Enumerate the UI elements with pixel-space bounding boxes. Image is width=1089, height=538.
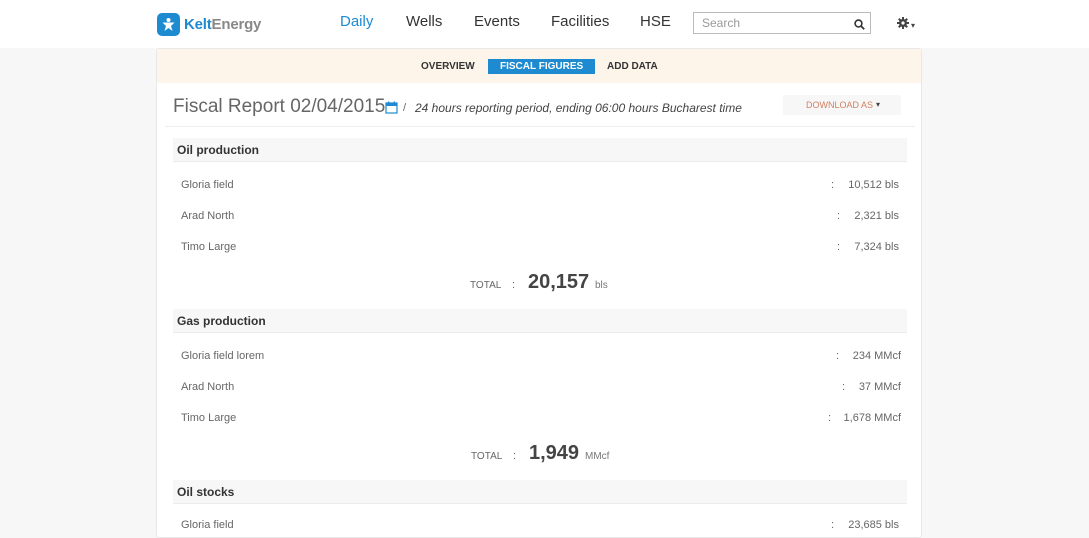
row-colon: :: [831, 519, 835, 531]
row-label: Arad North: [181, 381, 235, 393]
gear-icon: [897, 16, 909, 34]
row-label: Gloria field: [181, 179, 234, 191]
total-label: TOTAL: [471, 451, 503, 462]
row-label: Gloria field lorem: [181, 350, 265, 362]
total-unit: MMcf: [585, 451, 610, 462]
section-title-oil-production: Oil production: [173, 138, 907, 162]
tab-add-data[interactable]: ADD DATA: [607, 59, 658, 74]
page-title: Fiscal Report 02/04/2015: [173, 96, 386, 117]
nav-events[interactable]: Events: [474, 13, 520, 30]
row-colon: :: [836, 350, 840, 362]
row-value: 234 MMcf: [852, 350, 901, 362]
section-title-oil-stocks: Oil stocks: [173, 480, 907, 504]
row-label: Gloria field: [181, 519, 234, 531]
row-label: Arad North: [181, 210, 235, 222]
logo-icon: [157, 12, 180, 36]
nav-facilities[interactable]: Facilities: [551, 13, 609, 30]
top-bar: KeltEnergy Daily Wells Events Facilities…: [0, 0, 1089, 48]
row-label: Timo Large: [181, 412, 237, 424]
total-label: TOTAL: [470, 280, 502, 291]
calendar-icon[interactable]: [385, 101, 398, 119]
download-as-button[interactable]: DOWNLOAD AS ▾: [783, 95, 901, 115]
report-panel: OVERVIEW FISCAL FIGURES ADD DATA Fiscal …: [156, 48, 922, 538]
row-colon: :: [837, 210, 841, 222]
download-label: DOWNLOAD AS: [806, 100, 874, 110]
sub-nav: OVERVIEW FISCAL FIGURES ADD DATA: [157, 49, 921, 83]
logo-text: KeltEnergy: [184, 15, 262, 33]
total-unit: bls: [595, 280, 608, 291]
row-value: 23,685 bls: [848, 519, 899, 531]
tab-fiscal-figures[interactable]: FISCAL FIGURES: [488, 59, 596, 74]
row-value: 37 MMcf: [858, 381, 901, 393]
tab-overview[interactable]: OVERVIEW: [421, 59, 475, 74]
title-separator: /: [403, 102, 407, 114]
row-value: 1,678 MMcf: [843, 412, 901, 424]
row-colon: :: [831, 179, 835, 191]
nav-hse[interactable]: HSE: [640, 13, 671, 30]
row-value: 2,321 bls: [854, 210, 899, 222]
row-value: 7,324 bls: [854, 241, 899, 253]
row-colon: :: [842, 381, 846, 393]
search-icon[interactable]: [854, 17, 865, 35]
section-title-gas-production: Gas production: [173, 309, 907, 333]
nav-wells[interactable]: Wells: [406, 13, 442, 30]
search-input[interactable]: [694, 13, 852, 33]
total-colon: :: [512, 279, 516, 291]
total-value: 20,157: [528, 271, 590, 293]
chevron-down-icon: ▾: [911, 20, 916, 30]
row-value: 10,512 bls: [848, 179, 899, 191]
logo[interactable]: KeltEnergy: [157, 11, 261, 37]
divider: [165, 126, 915, 127]
total-value: 1,949: [529, 442, 580, 464]
row-colon: :: [828, 412, 832, 424]
total-colon: :: [513, 450, 517, 462]
row-label: Timo Large: [181, 241, 237, 253]
reporting-period: 24 hours reporting period, ending 06:00 …: [415, 101, 742, 115]
settings-menu[interactable]: ▾: [897, 16, 915, 34]
search-box: [693, 12, 871, 34]
report-header: Fiscal Report 02/04/2015 / 24 hours repo…: [173, 93, 903, 127]
row-colon: :: [837, 241, 841, 253]
chevron-down-icon: ▾: [876, 100, 881, 109]
nav-daily[interactable]: Daily: [340, 13, 373, 30]
